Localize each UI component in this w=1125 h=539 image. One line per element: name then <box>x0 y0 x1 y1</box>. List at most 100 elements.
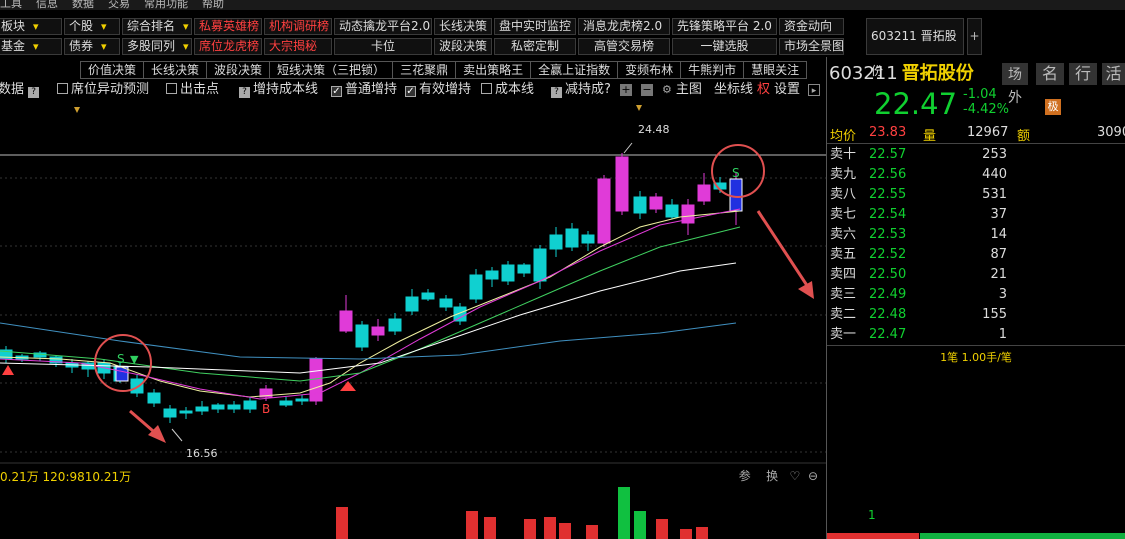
plus-icon: + <box>620 83 632 96</box>
heart-icon[interactable]: ♡ <box>790 469 801 483</box>
dragon-platform-button[interactable]: 动态擒龙平台2.0 <box>334 18 432 35</box>
menu-common[interactable]: 常用功能 <box>144 0 188 9</box>
params-button[interactable]: 参 <box>739 469 751 483</box>
ask-row[interactable]: 卖三 22.49 3 <box>827 285 1125 305</box>
menu-data[interactable]: 数据 <box>72 0 94 9</box>
volume-bar <box>466 511 478 539</box>
menu-tools[interactable]: 工具 <box>0 0 22 9</box>
ask-row[interactable]: 卖四 22.50 21 <box>827 265 1125 285</box>
candle-body <box>501 264 515 282</box>
candle-body <box>533 248 547 282</box>
tab-short[interactable]: 短线决策（三把锁） <box>269 61 393 79</box>
tab-bull-bear[interactable]: 牛熊判市 <box>680 61 744 79</box>
menu-trade[interactable]: 交易 <box>108 0 130 9</box>
function-bar-row-2: 基金 债券 多股同列 席位龙虎榜 大宗揭秘 卡位 波段决策 私密定制 高管交易榜… <box>0 38 844 57</box>
sector-dropdown[interactable]: 板块 <box>0 18 62 35</box>
diamond-marker <box>636 105 642 111</box>
kawei-button[interactable]: 卡位 <box>334 38 432 55</box>
candle-body <box>439 298 453 308</box>
strategy-tabs: 价值决策 长线决策 波段决策 短线决策（三把锁） 三花聚鼎 卖出策略王 全赢上证… <box>80 61 808 79</box>
candle-body <box>195 406 209 412</box>
expand-button[interactable]: ▸ <box>808 81 824 99</box>
block-trade-button[interactable]: 大宗揭秘 <box>264 38 332 55</box>
label-leader <box>171 428 183 442</box>
tab-otc[interactable]: 场外 <box>1002 63 1028 106</box>
institution-research-button[interactable]: 机构调研榜 <box>264 18 332 35</box>
menu-info[interactable]: 信息 <box>36 0 58 9</box>
candle-body <box>243 400 257 410</box>
one-click-select-button[interactable]: 一键选股 <box>672 38 777 55</box>
zoom-out-icon[interactable]: ⊖ <box>808 469 818 483</box>
ask-row[interactable]: 卖一 22.47 1 <box>827 325 1125 345</box>
candle-body <box>295 398 309 402</box>
band-decision-button[interactable]: 波段决策 <box>434 38 492 55</box>
tab-value[interactable]: 价值决策 <box>80 61 144 79</box>
bond-dropdown[interactable]: 债券 <box>64 38 120 55</box>
multi-stock-dropdown[interactable]: 多股同列 <box>122 38 192 55</box>
coordinate-line-button[interactable]: 坐标线 <box>714 81 753 99</box>
amount-value: 3090 <box>1097 125 1125 140</box>
candle-body <box>163 408 177 418</box>
settings-button[interactable]: 设置 <box>774 81 800 99</box>
tab-watch[interactable]: 慧眼关注 <box>743 61 808 79</box>
effective-increase-checkbox[interactable]: ✓ 有效增持 <box>405 81 471 99</box>
menu-help[interactable]: 帮助 <box>202 0 224 9</box>
seat-forecast-checkbox[interactable]: 席位异动预测 <box>57 81 149 99</box>
tab-band[interactable]: 波段决策 <box>206 61 270 79</box>
tab-name[interactable]: 名 <box>1036 63 1064 85</box>
private-custom-button[interactable]: 私密定制 <box>494 38 576 55</box>
ma30-line <box>0 262 737 374</box>
ask-row[interactable]: 卖十 22.57 253 <box>827 145 1125 165</box>
fund-flow-button[interactable]: 资金动向 <box>779 18 844 35</box>
zoom-out-button[interactable]: − <box>641 81 657 99</box>
switch-button[interactable]: 换 <box>766 469 778 483</box>
cost-line-checkbox[interactable]: 成本线 <box>481 81 534 99</box>
tab-shanghai-index[interactable]: 全赢上证指数 <box>530 61 618 79</box>
seat-dragon-button[interactable]: 席位龙虎榜 <box>194 38 262 55</box>
candle-body <box>453 306 467 322</box>
ask-row[interactable]: 卖七 22.54 37 <box>827 205 1125 225</box>
decrease-cost-label[interactable]: ? 减持成? <box>551 81 611 99</box>
strike-point-checkbox[interactable]: 出击点 <box>166 81 219 99</box>
ask-row[interactable]: 卖六 22.53 14 <box>827 225 1125 245</box>
data-label[interactable]: 数据 ? <box>0 81 42 99</box>
current-stock-tab[interactable]: 603211 晋拓股份 <box>866 18 964 78</box>
volume-value: 12967 <box>967 125 1009 140</box>
indicator-values: 0.21万 120:9810.21万 <box>0 470 132 484</box>
tab-long[interactable]: 长线决策 <box>143 61 207 79</box>
ask-row[interactable]: 卖八 22.55 531 <box>827 185 1125 205</box>
ask-row[interactable]: 卖二 22.48 155 <box>827 305 1125 325</box>
tab-sell-king[interactable]: 卖出策略王 <box>455 61 531 79</box>
volume-label: 量 <box>923 129 937 144</box>
main-chart-button[interactable]: ⚙ 主图 <box>662 81 702 99</box>
up-triangle-marker <box>2 365 14 375</box>
tab-sanhua[interactable]: 三花聚鼎 <box>392 61 456 79</box>
long-term-button[interactable]: 长线决策 <box>434 18 492 35</box>
rights-button[interactable]: 权 <box>757 81 770 99</box>
increase-cost-label[interactable]: ? 增持成本线 <box>239 81 318 99</box>
minus-icon: − <box>641 83 653 96</box>
help-icon[interactable]: ? <box>28 87 40 98</box>
executive-trade-button[interactable]: 高管交易榜 <box>578 38 670 55</box>
sell-ratio-bar <box>920 533 1125 539</box>
private-fund-button[interactable]: 私募英雄榜 <box>194 18 262 35</box>
stock-dropdown[interactable]: 个股 <box>64 18 120 35</box>
ask-row[interactable]: 卖九 22.56 440 <box>827 165 1125 185</box>
high-price-label: 24.48 <box>638 123 670 136</box>
market-panorama-button[interactable]: 市场全景图 <box>779 38 844 55</box>
candle-body <box>147 392 161 404</box>
ranking-dropdown[interactable]: 综合排名 <box>122 18 192 35</box>
fund-dropdown[interactable]: 基金 <box>0 38 62 55</box>
pioneer-strategy-button[interactable]: 先锋策略平台 2.0 <box>672 18 777 35</box>
tab-active[interactable]: 活 <box>1102 63 1125 85</box>
news-dragon-button[interactable]: 消息龙虎榜2.0 <box>578 18 670 35</box>
tab-industry[interactable]: 行 <box>1069 63 1097 85</box>
up-triangle-marker <box>340 381 356 391</box>
normal-increase-checkbox[interactable]: ✓ 普通增持 <box>331 81 397 99</box>
zoom-in-button[interactable]: + <box>620 81 636 99</box>
volume-bar <box>544 517 556 539</box>
tab-bollinger[interactable]: 变频布林 <box>617 61 681 79</box>
ask-row[interactable]: 卖五 22.52 87 <box>827 245 1125 265</box>
add-tab-button[interactable]: + <box>967 18 982 55</box>
realtime-monitor-button[interactable]: 盘中实时监控 <box>494 18 576 35</box>
